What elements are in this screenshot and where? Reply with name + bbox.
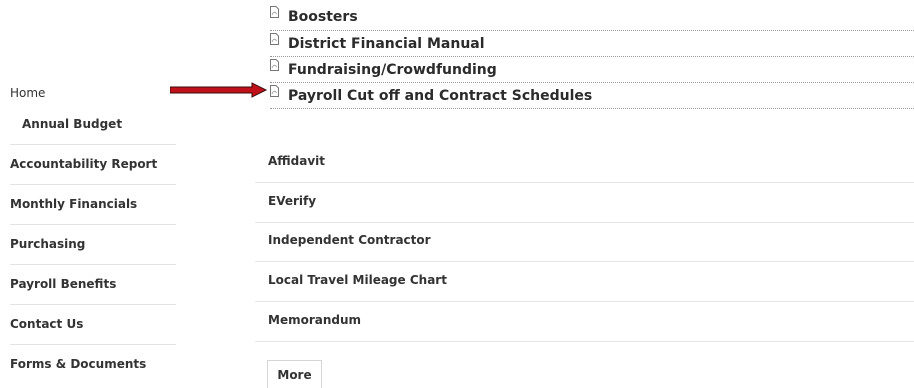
divider [255,301,914,302]
divider [270,30,914,31]
list-item-everify[interactable]: EVerify [268,194,316,208]
divider [270,56,914,57]
divider [255,261,914,262]
sidebar-item-forms-documents[interactable]: Forms & Documents [10,357,176,371]
divider [10,144,176,145]
divider [270,82,914,83]
document-link-label: Boosters [288,9,358,25]
sidebar-item-annual-budget[interactable]: Annual Budget [22,117,122,131]
divider [10,264,176,265]
list-item-affidavit[interactable]: Affidavit [268,154,325,168]
list-item-independent-contractor[interactable]: Independent Contractor [268,233,431,247]
document-link-boosters[interactable]: Boosters [270,6,914,32]
divider [10,344,176,345]
list-item-local-travel-mileage-chart[interactable]: Local Travel Mileage Chart [268,273,447,287]
more-button[interactable]: More [267,360,322,388]
list-item-memorandum[interactable]: Memorandum [268,313,361,327]
pdf-icon [270,6,279,18]
sidebar-item-purchasing[interactable]: Purchasing [10,237,176,251]
sidebar-item-home[interactable]: Home [10,86,45,100]
pdf-icon [270,59,279,71]
document-link-label: District Financial Manual [288,36,485,52]
pdf-icon [270,33,279,45]
divider [10,184,176,185]
document-link-label: Payroll Cut off and Contract Schedules [288,88,593,104]
document-link-label: Fundraising/Crowdfunding [288,62,497,78]
arrow-annotation-icon [170,82,268,98]
divider [10,304,176,305]
divider [10,224,176,225]
sidebar-item-payroll-benefits[interactable]: Payroll Benefits [10,277,176,291]
divider [255,222,914,223]
divider [255,182,914,183]
divider [255,341,914,342]
divider [270,108,914,109]
pdf-icon [270,85,279,97]
sidebar-item-monthly-financials[interactable]: Monthly Financials [10,197,176,211]
sidebar-item-accountability-report[interactable]: Accountability Report [10,157,176,171]
sidebar-item-contact-us[interactable]: Contact Us [10,317,176,331]
